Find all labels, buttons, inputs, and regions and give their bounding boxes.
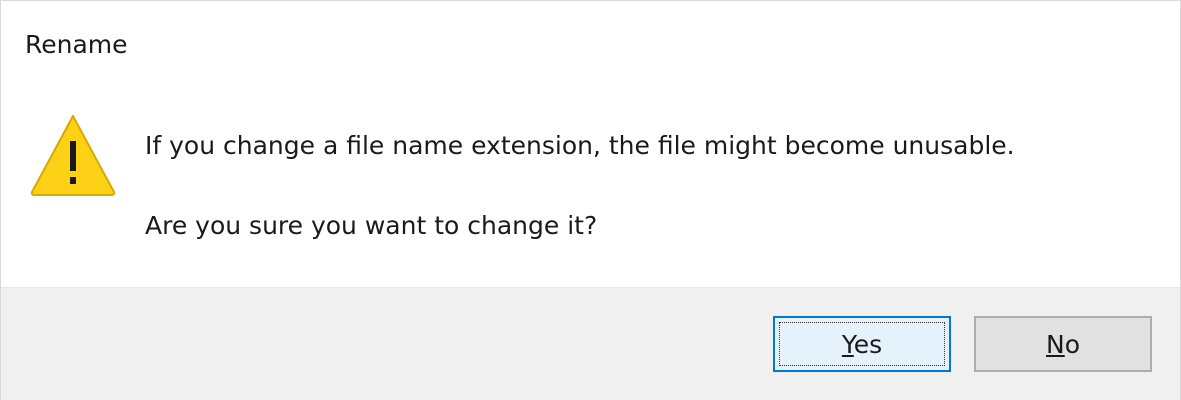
yes-button[interactable]: Yes (773, 316, 951, 372)
dialog-title: Rename (25, 30, 128, 59)
rename-dialog: Rename If you change a file name extensi… (0, 0, 1181, 400)
no-button-label: No (1046, 329, 1080, 359)
warning-message: If you change a file name extension, the… (145, 131, 1015, 160)
no-button[interactable]: No (974, 316, 1152, 372)
warning-triangle-icon (30, 115, 116, 196)
button-bar: Yes No (1, 287, 1180, 400)
yes-button-label: Yes (841, 329, 883, 359)
confirm-question: Are you sure you want to change it? (145, 211, 598, 240)
